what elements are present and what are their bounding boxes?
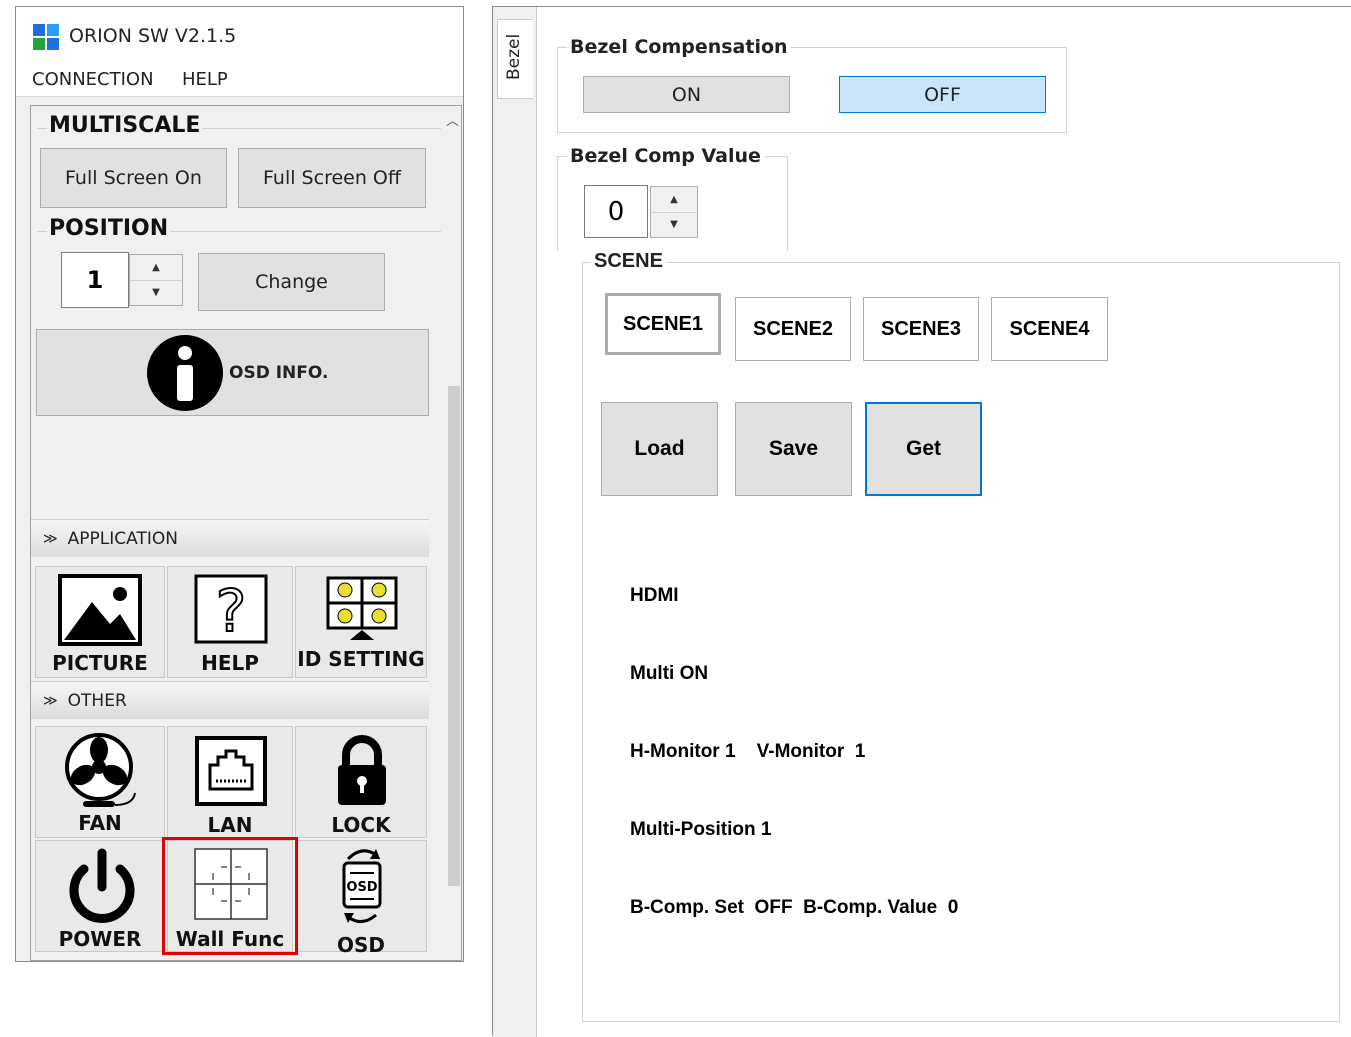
picture-label: PICTURE [52,651,148,675]
osd-info-button[interactable]: OSD INFO. [36,329,429,416]
power-icon [69,848,135,923]
fan-tile[interactable]: FAN [35,726,165,838]
application-group-header[interactable]: ≫ APPLICATION [31,519,429,557]
fan-icon [65,733,136,807]
bezel-comp-stepper[interactable]: ▲ ▼ [650,186,698,238]
full-screen-on-button[interactable]: Full Screen On [40,148,227,208]
osd-tile[interactable]: OSD OSD [295,840,427,957]
change-button[interactable]: Change [198,253,385,311]
position-stepper[interactable]: ▲ ▼ [129,254,183,306]
id-setting-tile[interactable]: ID SETTING [295,566,427,678]
lock-label: LOCK [331,813,391,837]
scene-label: SCENE [591,250,666,273]
svg-text:OSD: OSD [346,880,377,895]
lan-icon [195,736,267,806]
bezel-off-button[interactable]: OFF [839,76,1046,113]
picture-tile[interactable]: PICTURE [35,566,165,678]
full-screen-off-button[interactable]: Full Screen Off [238,148,426,208]
info-line: H-Monitor 1 V-Monitor 1 [630,741,866,762]
osd-info-label: OSD INFO. [229,362,329,383]
scene3-button[interactable]: SCENE3 [863,297,979,361]
multiscale-heading: MULTISCALE [47,113,203,138]
get-button[interactable]: Get [865,402,982,496]
app-logo-icon [33,24,59,50]
info-line: HDMI [630,585,679,606]
control-panel: MULTISCALE Full Screen On Full Screen Of… [30,105,462,961]
picture-icon [58,574,142,646]
other-group-header[interactable]: ≫ OTHER [31,681,429,719]
bezel-comp-value-input[interactable]: 0 [584,185,648,238]
collapse-chevron-icon: ≫ [43,692,58,709]
info-line: Multi ON [630,663,709,684]
bezel-compensation-label: Bezel Compensation [567,36,791,58]
bezel-on-button[interactable]: ON [583,76,790,113]
bezel-window: Bezel Bezel Compensation ON OFF Bezel Co… [492,6,1351,1037]
load-button[interactable]: Load [601,402,718,496]
save-button[interactable]: Save [735,402,852,496]
lan-tile[interactable]: LAN [167,726,293,838]
wall-func-highlight [162,837,298,955]
tab-strip [493,7,537,1037]
menu-connection[interactable]: CONNECTION [32,69,154,90]
stepper-up-icon[interactable]: ▲ [651,187,697,213]
lock-icon [338,735,386,805]
id-setting-label: ID SETTING [297,647,425,671]
help-tile[interactable]: ? HELP [167,566,293,678]
scene2-button[interactable]: SCENE2 [735,297,851,361]
info-line: Multi-Position 1 [630,819,772,840]
other-heading: OTHER [67,690,127,711]
app-title: ORION SW V2.1.5 [69,25,237,47]
scene1-button[interactable]: SCENE1 [605,293,721,355]
menu-help[interactable]: HELP [182,69,228,90]
help-icon: ? [194,574,268,645]
title-bar: ORION SW V2.1.5 [16,7,463,63]
orion-window: ORION SW V2.1.5 CONNECTION HELP MULTISCA… [15,6,464,962]
osd-label: OSD [336,933,385,957]
scroll-up-icon[interactable]: ︿ [446,110,459,129]
scene-info: HDMI Multi ON H-Monitor 1 V-Monitor 1 Mu… [630,531,958,973]
scene4-button[interactable]: SCENE4 [991,297,1108,361]
application-heading: APPLICATION [67,528,178,549]
power-tile[interactable]: POWER [35,840,165,952]
lan-label: LAN [207,813,253,837]
power-label: POWER [58,927,142,951]
stepper-down-icon[interactable]: ▼ [130,280,182,305]
stepper-down-icon[interactable]: ▼ [651,212,697,237]
collapse-chevron-icon: ≫ [43,530,58,547]
position-input[interactable]: 1 [61,252,129,308]
tab-bezel-label: Bezel [504,33,524,80]
position-heading: POSITION [47,216,171,241]
scrollbar-thumb[interactable] [448,386,460,886]
osd-icon: OSD [342,849,382,923]
stepper-up-icon[interactable]: ▲ [130,255,182,281]
tab-bezel[interactable]: Bezel [497,19,533,99]
id-setting-icon [326,576,398,640]
bezel-comp-value-label: Bezel Comp Value [567,145,764,167]
fan-label: FAN [78,811,122,835]
lock-tile[interactable]: LOCK [295,726,427,838]
info-line: B-Comp. Set OFF B-Comp. Value 0 [630,897,959,918]
info-icon [147,334,223,411]
svg-text:?: ? [216,577,247,645]
help-label: HELP [201,651,259,675]
